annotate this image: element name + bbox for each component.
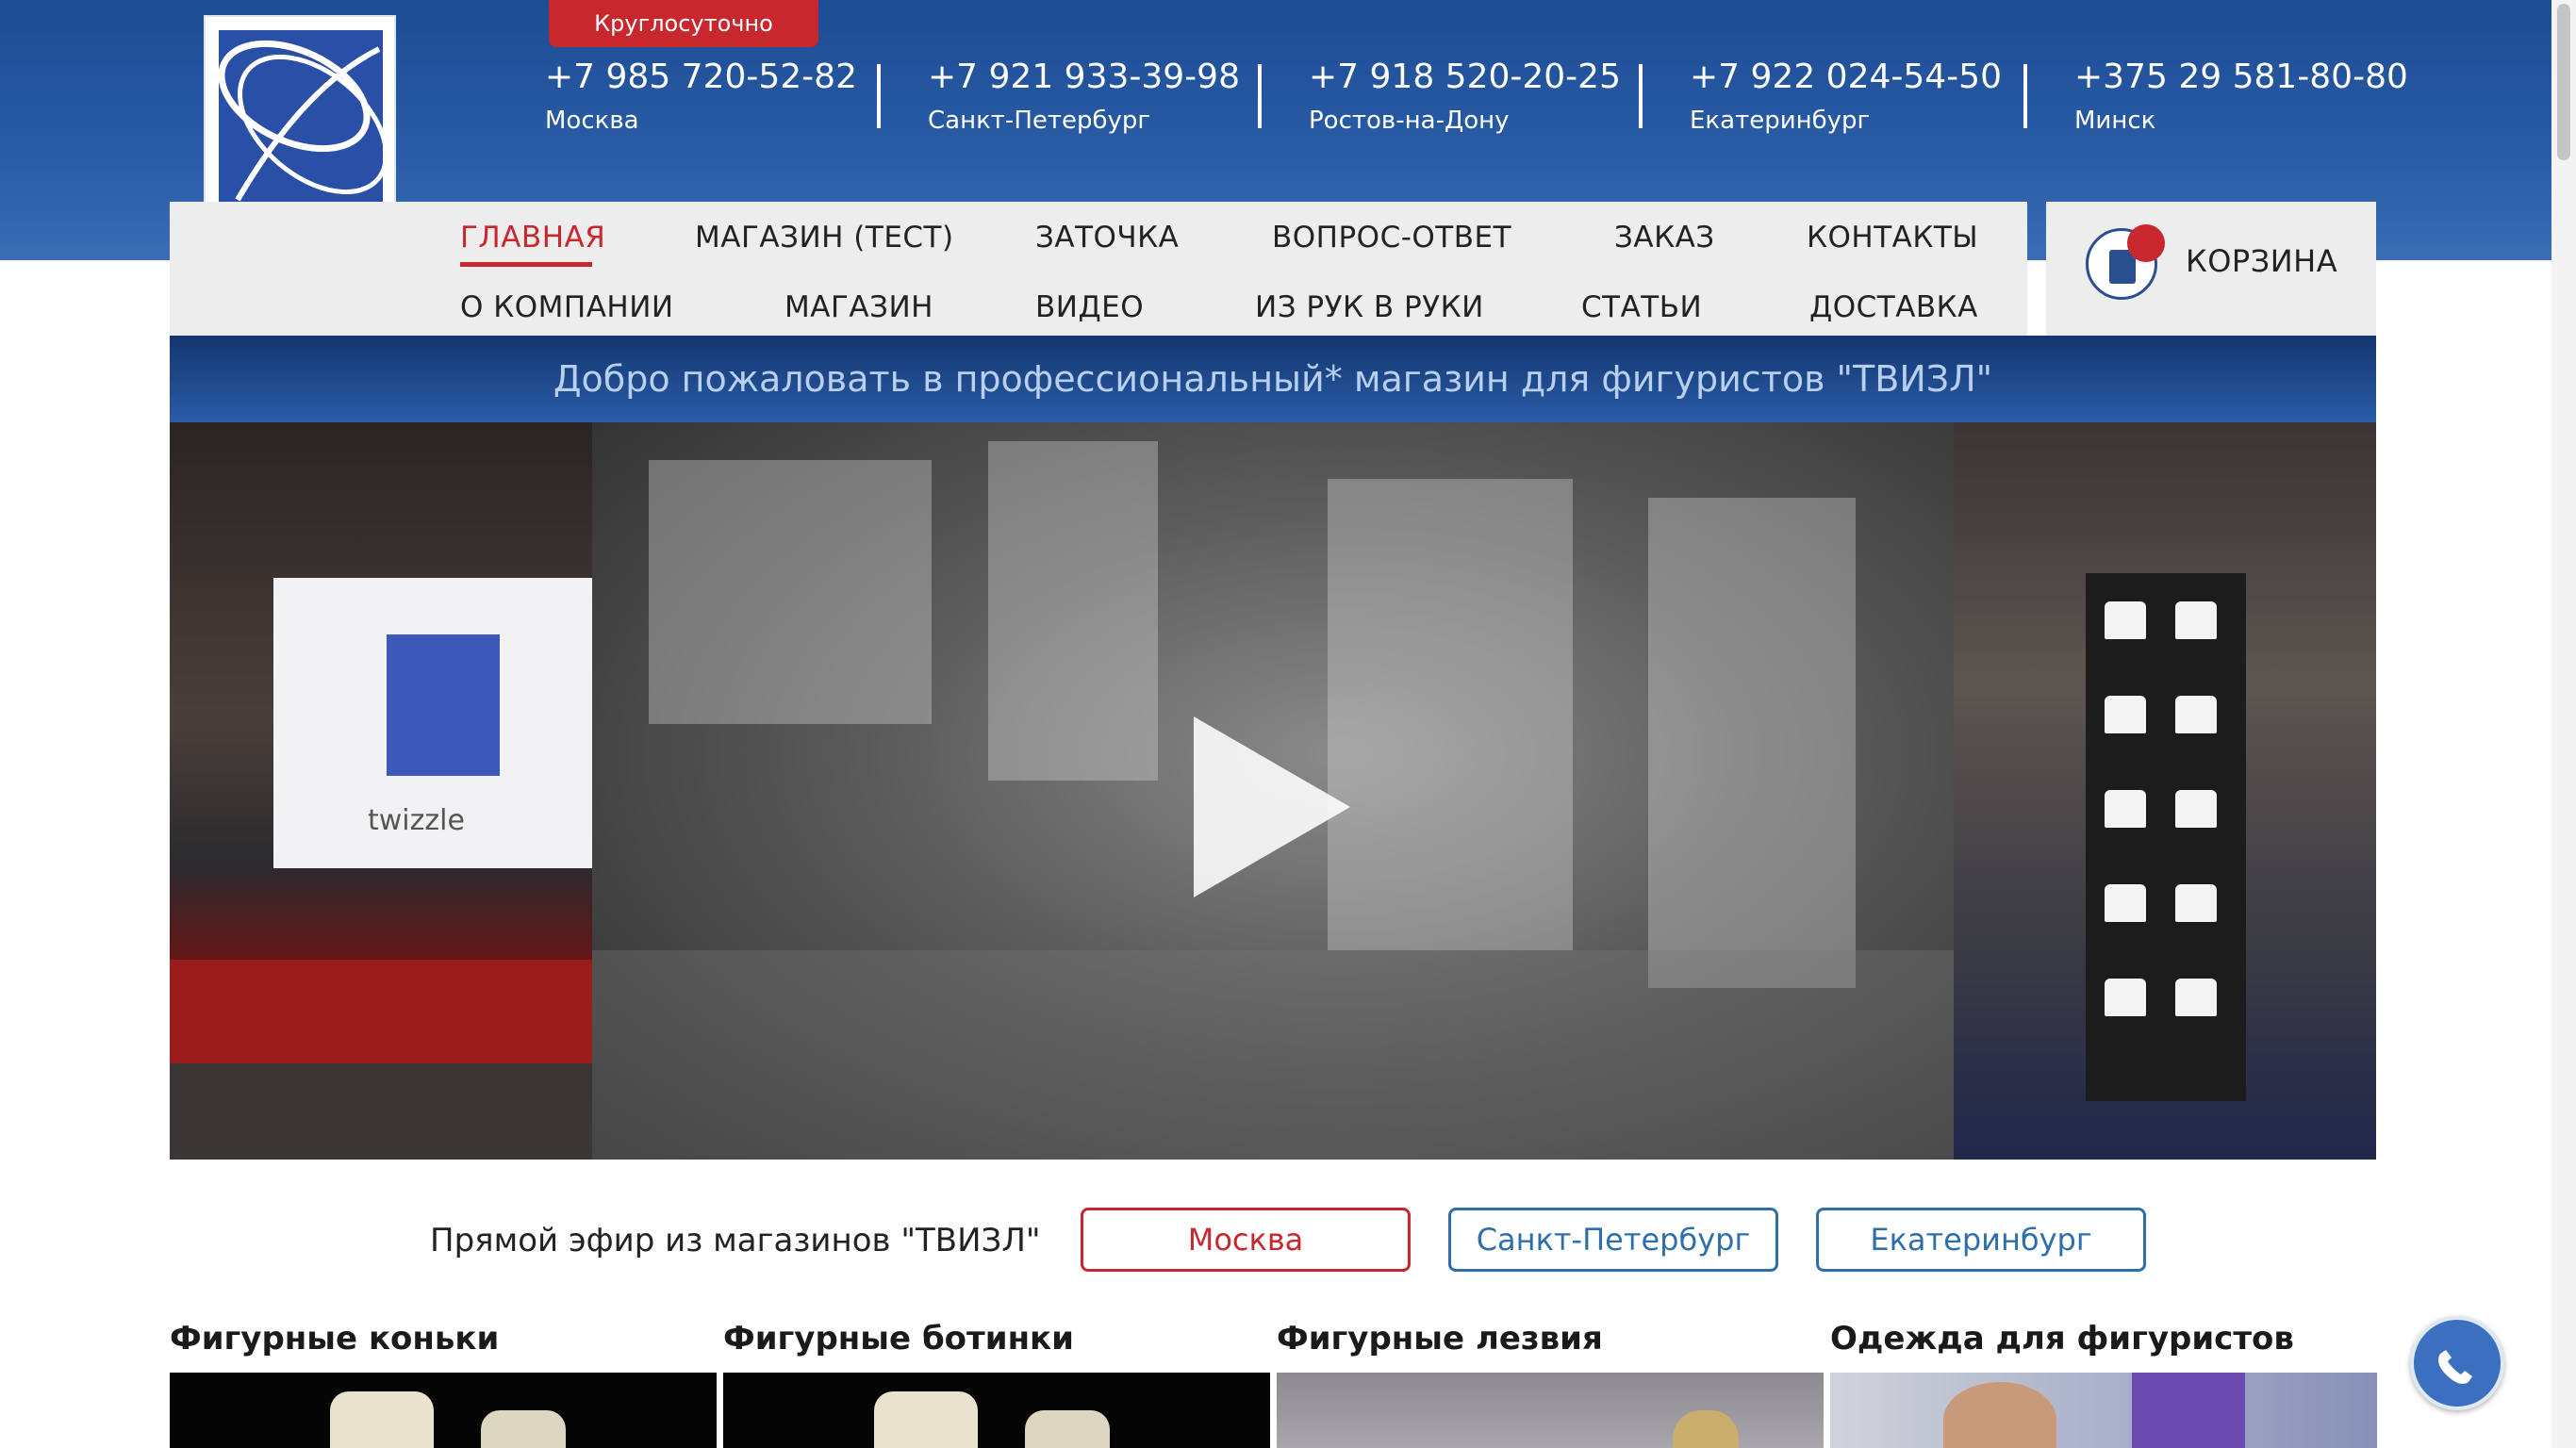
phone-city: Екатеринбург [1690,107,1871,135]
nav-item-sharpening[interactable]: ЗАТОЧКА [1035,221,1179,255]
around-the-clock-badge: Круглосуточно [549,0,818,47]
phone-city: Москва [545,107,639,135]
phone-number[interactable]: +7 918 520-20-25 [1309,53,1621,102]
phone-number[interactable]: +7 922 024-54-50 [1690,53,2002,102]
table [170,1063,592,1160]
phone-moscow[interactable]: +7 985 720-52-82 Москва [545,53,857,138]
nav-item-articles[interactable]: СТАТЬИ [1581,290,1702,324]
divider [877,64,881,128]
nav-item-video[interactable]: ВИДЕО [1035,290,1144,324]
nav-active-underline [460,262,592,267]
live-spb-button[interactable]: Санкт-Петербург [1448,1208,1778,1272]
nav-item-contacts[interactable]: КОНТАКТЫ [1807,221,1978,255]
flag-text: twizzle [368,804,465,837]
nav-item-shop[interactable]: МАГАЗИН [784,290,933,324]
nav-item-about[interactable]: О КОМПАНИИ [460,290,674,324]
page-scrollbar[interactable] [2551,0,2576,1448]
category-title[interactable]: Фигурные ботинки [723,1320,1074,1358]
phone-number[interactable]: +375 29 581-80-80 [2074,53,2408,102]
skate-stand [2086,573,2246,1101]
store-photo-left: twizzle [170,422,592,1160]
phone-number[interactable]: +7 985 720-52-82 [545,53,857,102]
phone-city: Ростов-на-Дону [1309,107,1510,135]
play-icon[interactable] [1194,716,1350,897]
nav-item-delivery[interactable]: ДОСТАВКА [1809,290,1978,324]
phone-number[interactable]: +7 921 933-39-98 [928,53,1240,102]
category-image[interactable] [1830,1373,2377,1448]
nav-item-faq[interactable]: ВОПРОС-ОТВЕТ [1272,221,1511,255]
category-image[interactable] [723,1373,1270,1448]
category-title[interactable]: Фигурные коньки [170,1320,499,1358]
divider [1258,64,1262,128]
nav-item-hand-to-hand[interactable]: ИЗ РУК В РУКИ [1255,290,1484,324]
video-player[interactable] [592,422,1954,1160]
live-stream-label: Прямой эфир из магазинов "ТВИЗЛ" [430,1222,1041,1259]
scrollbar-thumb[interactable] [2557,4,2570,160]
live-moscow-button[interactable]: Москва [1081,1208,1411,1272]
nav-item-main[interactable]: ГЛАВНАЯ [460,221,605,255]
phone-rostov[interactable]: +7 918 520-20-25 Ростов-на-Дону [1309,53,1621,138]
divider [1639,64,1643,128]
phone-ekaterinburg[interactable]: +7 922 024-54-50 Екатеринбург [1690,53,2002,138]
divider [2023,64,2027,128]
phone-icon [2438,1350,2472,1384]
cart-label: КОРЗИНА [2186,243,2338,279]
phone-spb[interactable]: +7 921 933-39-98 Санкт-Петербург [928,53,1240,138]
cart-button[interactable]: КОРЗИНА [2046,202,2376,336]
twizzle-flag: twizzle [273,578,592,868]
welcome-banner: Добро пожаловать в профессиональный* маг… [170,336,2376,422]
nav-item-shop-test[interactable]: МАГАЗИН (ТЕСТ) [695,221,954,255]
live-ekaterinburg-button[interactable]: Екатеринбург [1816,1208,2146,1272]
store-video-banner[interactable]: twizzle [170,422,2376,1160]
callback-button[interactable] [2410,1316,2504,1410]
phone-city: Санкт-Петербург [928,107,1151,135]
cart-count-badge [2127,224,2165,262]
phone-minsk[interactable]: +375 29 581-80-80 Минск [2074,53,2408,138]
phone-city: Минск [2074,107,2156,135]
logo-emblem [219,30,383,202]
nav-item-order[interactable]: ЗАКАЗ [1614,221,1715,255]
category-image[interactable] [170,1373,717,1448]
store-photo-right [1954,422,2376,1160]
category-title[interactable]: Одежда для фигуристов [1830,1320,2294,1358]
category-image[interactable] [1277,1373,1824,1448]
category-title[interactable]: Фигурные лезвия [1277,1320,1603,1358]
